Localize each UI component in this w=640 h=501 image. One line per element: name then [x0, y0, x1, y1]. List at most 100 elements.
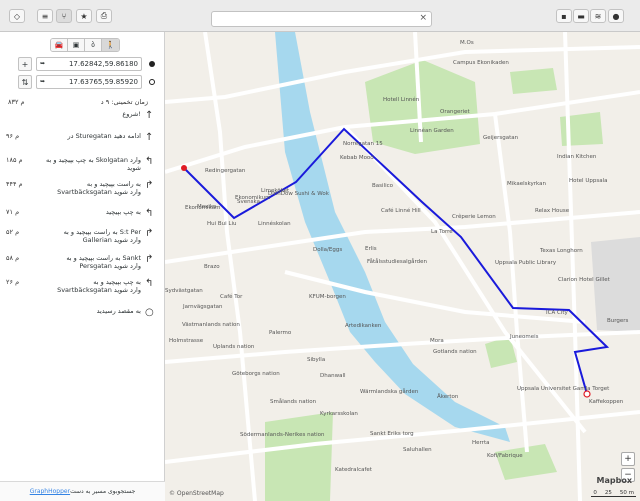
transport-mode-selector: 🚘 ▣ ბ 🚶: [50, 38, 120, 52]
clear-icon[interactable]: ×: [419, 13, 427, 23]
bus-mode-button[interactable]: ▣: [68, 39, 85, 51]
map-label: Uppsala Public Library: [495, 260, 557, 266]
map-label: Kofi/Fabrique: [487, 453, 523, 459]
turn-icon: ↰: [145, 278, 154, 289]
start-point-marker: [181, 165, 187, 171]
zoom-in-button[interactable]: +: [621, 452, 635, 466]
close-icon: ●: [612, 11, 620, 21]
instruction-distance: ۱۸۵ م: [6, 156, 23, 164]
map-label: Södermanlands-Nerikes nation: [240, 432, 325, 438]
instruction-step[interactable]: ↰ به چپ بپیچید و به Skolgatan وارد شوید ۱۸…: [0, 156, 165, 180]
map-label: Holmstrasse: [169, 338, 204, 344]
map-label: Åkerton: [437, 393, 459, 400]
close-button[interactable]: ●: [608, 9, 624, 23]
instruction-text: در Sturegatan ادامه دهید: [67, 132, 141, 140]
instruction-distance: ۹۶ م: [6, 132, 20, 140]
minimize-icon: ▪: [561, 11, 567, 21]
turn-icon: ↱: [145, 180, 154, 191]
map-label: Linnéskolan: [258, 220, 291, 227]
car-mode-button[interactable]: 🚘: [51, 39, 68, 51]
map-label: Uppsala Universitet Gamla Torget: [517, 386, 610, 392]
print-button[interactable]: ⎙: [96, 9, 112, 23]
instruction-text: به راست بپیچید و به Svartbäcksgatan وارد…: [57, 180, 141, 196]
scale-label-1: 25: [604, 490, 612, 496]
map-label: Hui Bui Liu: [207, 221, 237, 227]
map-label: Mora: [430, 338, 444, 344]
start-coordinate-input[interactable]: ➥ 17.62842,59.86180: [36, 57, 142, 71]
graphhopper-link[interactable]: GraphHopper: [30, 488, 70, 495]
map-label: Burgers: [607, 318, 629, 324]
map-label: Mikaelskyrkan: [507, 181, 546, 187]
printer-icon: ⎙: [100, 11, 108, 20]
map-label: Mexiko: [197, 204, 217, 210]
map-label: Uplands nation: [213, 344, 255, 350]
route-icon: ⑂: [61, 11, 67, 21]
restore-button[interactable]: ▬: [573, 9, 589, 23]
layers-button[interactable]: ≋: [590, 9, 606, 23]
instruction-step[interactable]: ○ به مقصد رسیدید: [0, 307, 165, 331]
mapbox-logo: Mapbox: [596, 476, 632, 485]
map-label: Sydvästgatan: [165, 288, 203, 294]
bike-icon: ბ: [91, 41, 95, 49]
app-icon[interactable]: ◇: [9, 9, 25, 23]
turn-icon: ↰: [145, 156, 154, 167]
instruction-text: به چپ بپیچید و به Svartbäcksgatan وارد ش…: [57, 278, 141, 294]
map-view[interactable]: M.Os Campus Ekonikaden Hotell Linnén Orange…: [165, 32, 640, 501]
instruction-step[interactable]: ↰ به چپ بپیچید و به Svartbäcksgatan وارد …: [0, 278, 165, 302]
instruction-step[interactable]: ↱ به راست بپیچید و به S:t Per Gallerian و…: [0, 228, 165, 252]
walk-mode-button[interactable]: 🚶: [102, 39, 119, 51]
add-waypoint-button[interactable]: +: [18, 57, 32, 71]
map-label: Erlis: [365, 246, 377, 252]
swap-button[interactable]: ⇅: [18, 75, 32, 89]
minimize-button[interactable]: ▪: [556, 9, 572, 23]
map-label: Saluhallen: [403, 447, 432, 453]
search-input[interactable]: ×: [211, 11, 432, 27]
map-label: Dolla/Eggs: [313, 247, 342, 253]
route-duration: زمان تخمینی: ۹ د: [100, 98, 148, 106]
start-coordinate-value: 17.62842,59.86180: [68, 60, 138, 68]
map-label: Göteborgs nation: [232, 371, 280, 377]
hamburger-icon: ≡: [41, 11, 49, 21]
map-label: Västmanlands nation: [182, 322, 240, 328]
instruction-distance: ۲۶ م: [6, 278, 20, 286]
instruction-distance: ۵۲ م: [6, 228, 20, 236]
instruction-distance: ۷۱ م: [6, 208, 20, 216]
map-label: Campus Ekonikaden: [453, 60, 509, 66]
map-label: Café Linné Hill: [381, 207, 421, 214]
instruction-step[interactable]: ↱ به راست بپیچید و به Svartbäcksgatan وار…: [0, 180, 165, 204]
map-label: Indian Kitchen: [557, 154, 597, 160]
map-label: Texas Longhorn: [539, 248, 583, 254]
map-label: Palermo: [269, 330, 292, 336]
turn-icon: ↱: [145, 228, 154, 239]
park: [265, 412, 333, 501]
instruction-step[interactable]: ↑ در Sturegatan ادامه دهید ۹۶ م: [0, 132, 165, 156]
map-label: Relax House: [535, 208, 570, 214]
instruction-step[interactable]: ↑ شروع!: [0, 110, 165, 134]
menu-button[interactable]: ≡: [37, 9, 53, 23]
bike-mode-button[interactable]: ბ: [85, 39, 102, 51]
map-label: Orangeriet: [440, 109, 470, 115]
map-label: Norregatan 15: [343, 141, 383, 147]
osm-attribution[interactable]: © OpenStreetMap: [169, 490, 224, 497]
map-label: Jarnvägsgatan: [182, 304, 223, 310]
bus-icon: ▣: [72, 41, 80, 49]
map-label: M.Os: [460, 40, 474, 46]
map-label: Wärmlandska gården: [360, 388, 419, 395]
map-label: Kaffekoppen: [589, 399, 624, 405]
route-button[interactable]: ⑂: [56, 9, 72, 23]
bookmarks-button[interactable]: ★: [76, 9, 92, 23]
restore-icon: ▬: [577, 11, 585, 21]
map-label: Fåtålsstudiesalgården: [367, 258, 428, 265]
end-coordinate-input[interactable]: ➥ 17.63765,59.85920: [36, 75, 142, 89]
map-label: Sibylla: [307, 357, 325, 363]
turn-icon: ○: [145, 307, 154, 318]
instruction-text: به راست بپیچید و به S:t Per Gallerian وا…: [63, 228, 141, 244]
instruction-step[interactable]: ↱ به راست بپیچید و به Sankt Persgatan وار…: [0, 254, 165, 278]
map-canvas[interactable]: M.Os Campus Ekonikaden Hotell Linnén Orange…: [165, 32, 640, 501]
map-label: Crêperie Lemon: [452, 213, 496, 220]
map-label: Gotlands nation: [433, 349, 477, 355]
map-label: Linnéan Garden: [410, 127, 454, 134]
park: [510, 68, 557, 94]
turn-icon: ↑: [145, 110, 154, 121]
swap-icon: ⇅: [21, 77, 29, 87]
